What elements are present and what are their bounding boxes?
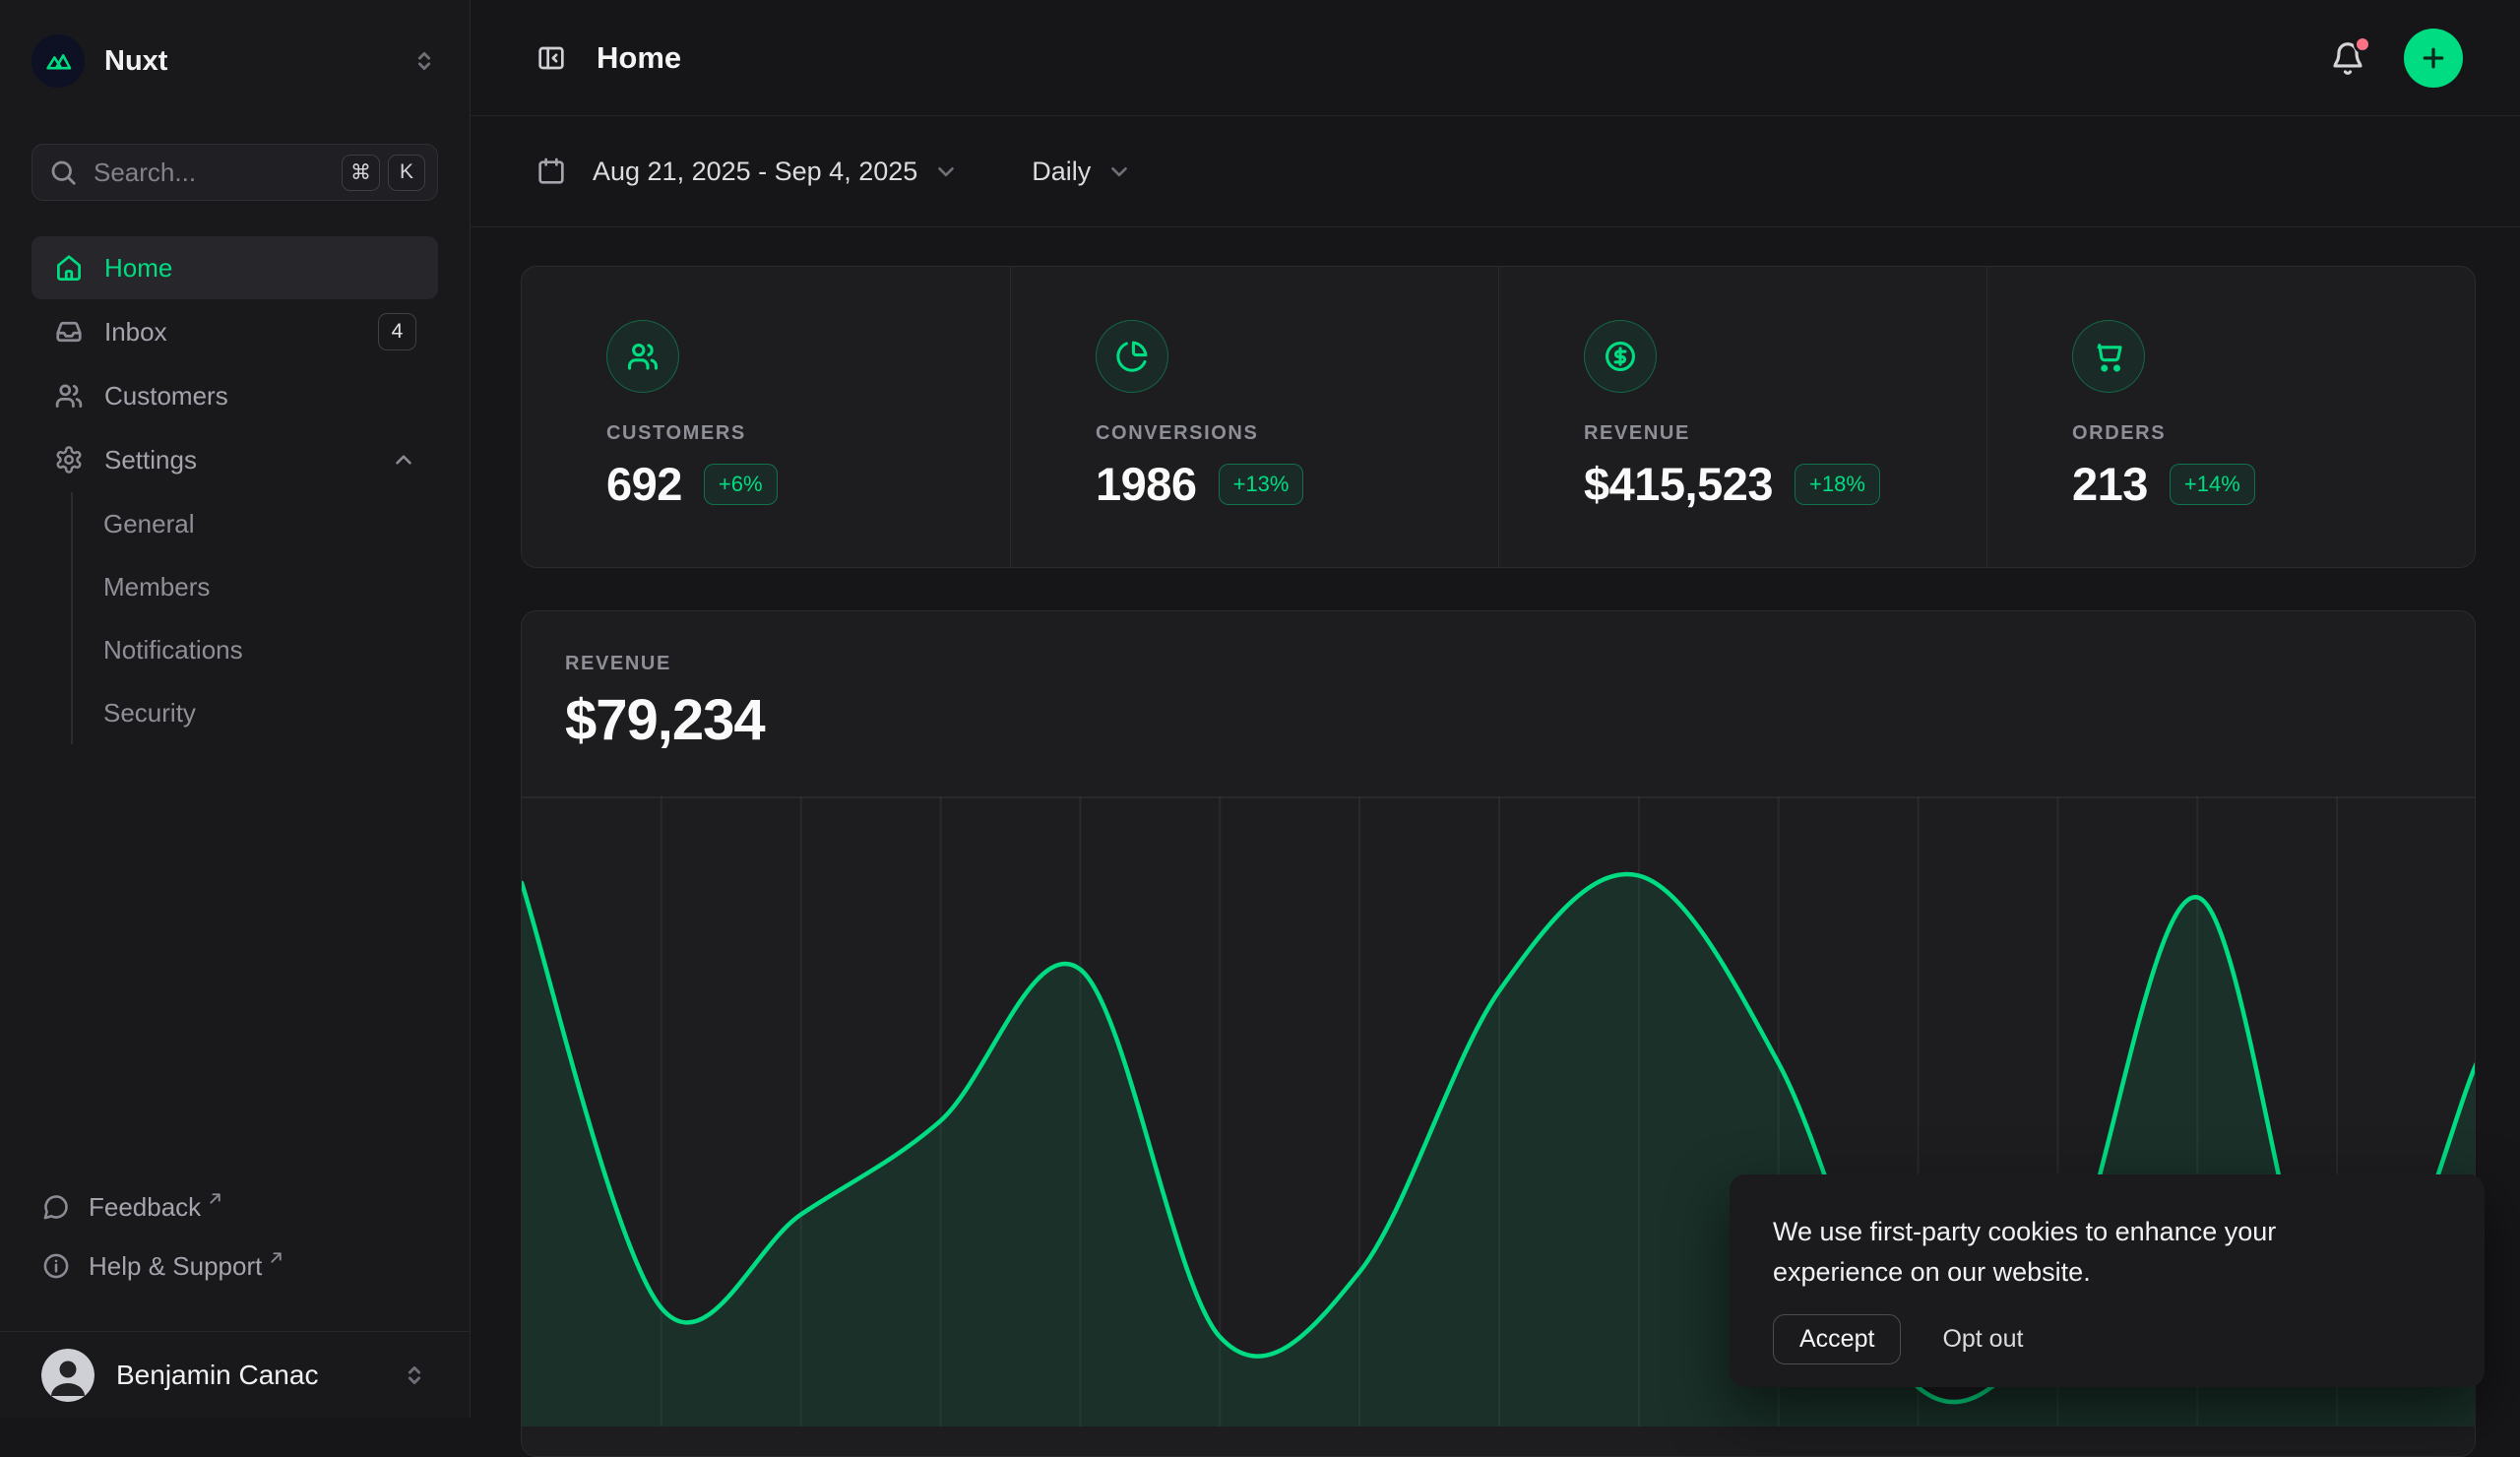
sidebar-divider: [0, 1331, 470, 1332]
stat-label: ORDERS: [2072, 422, 2475, 445]
external-link-icon: [268, 1249, 284, 1266]
sidebar-item-label: Members: [103, 572, 210, 602]
date-range-label: Aug 21, 2025 - Sep 4, 2025: [593, 157, 917, 187]
stat-label: CONVERSIONS: [1096, 422, 1498, 445]
sidebar-item-label: Customers: [104, 381, 228, 412]
dashboard-page: { "brand": { "name": "Nuxt" }, "search":…: [0, 0, 2520, 1418]
kbd-cmd: ⌘: [342, 155, 380, 191]
circle-dollar-icon: [1584, 320, 1657, 393]
sidebar: Nuxt Search... ⌘ K Home: [0, 0, 471, 1418]
chevron-down-icon: [933, 158, 959, 184]
date-range-picker[interactable]: Aug 21, 2025 - Sep 4, 2025: [536, 156, 959, 187]
search-input[interactable]: Search... ⌘ K: [32, 144, 438, 201]
kbd-k: K: [388, 155, 425, 191]
stat-delta-badge: +18%: [1795, 464, 1880, 505]
stat-delta-badge: +6%: [704, 464, 778, 505]
nuxt-logo-icon: [32, 34, 85, 88]
stat-value: 692: [606, 457, 682, 511]
gear-icon: [53, 445, 85, 475]
sidebar-item-label: Inbox: [104, 317, 167, 348]
header-actions: [2329, 29, 2463, 88]
calendar-icon: [536, 156, 567, 187]
stat-label: CUSTOMERS: [606, 422, 1010, 445]
user-menu[interactable]: Benjamin Canac: [32, 1343, 438, 1408]
add-button[interactable]: [2404, 29, 2463, 88]
stat-delta-badge: +13%: [1219, 464, 1304, 505]
home-icon: [53, 253, 85, 283]
search-shortcut: ⌘ K: [342, 155, 425, 191]
stat-orders: ORDERS 213 +14%: [1986, 267, 2475, 567]
chevron-up-down-icon: [410, 47, 438, 75]
sidebar-item-security[interactable]: Security: [73, 681, 438, 744]
settings-subnav: General Members Notifications Security: [71, 492, 438, 744]
filters-toolbar: Aug 21, 2025 - Sep 4, 2025 Daily: [471, 116, 2520, 227]
cookie-actions: Accept Opt out: [1773, 1314, 2441, 1364]
user-name: Benjamin Canac: [116, 1360, 318, 1391]
notifications-button[interactable]: [2329, 39, 2366, 77]
shopping-cart-icon: [2072, 320, 2145, 393]
sidebar-item-members[interactable]: Members: [73, 555, 438, 618]
stat-revenue: REVENUE $415,523 +18%: [1498, 267, 1986, 567]
sidebar-item-label: Settings: [104, 445, 197, 475]
info-circle-icon: [41, 1252, 71, 1280]
sidebar-item-customers[interactable]: Customers: [32, 364, 438, 427]
granularity-label: Daily: [1032, 157, 1091, 187]
search-placeholder: Search...: [94, 158, 196, 188]
sidebar-item-label: Notifications: [103, 635, 243, 665]
sidebar-item-notifications[interactable]: Notifications: [73, 618, 438, 681]
stat-delta-badge: +14%: [2170, 464, 2255, 505]
sidebar-item-home[interactable]: Home: [32, 236, 438, 299]
feedback-link[interactable]: Feedback: [32, 1177, 438, 1236]
unread-dot: [2354, 35, 2371, 53]
sidebar-item-label: Security: [103, 698, 196, 728]
sidebar-item-label: General: [103, 509, 195, 539]
sidebar-item-inbox[interactable]: Inbox 4: [32, 300, 438, 363]
chevron-up-down-icon: [401, 1362, 428, 1389]
stat-conversions: CONVERSIONS 1986 +13%: [1010, 267, 1498, 567]
page-title: Home: [597, 40, 681, 76]
help-support-label: Help & Support: [89, 1251, 262, 1282]
users-icon: [53, 381, 85, 411]
inbox-unread-badge: 4: [378, 313, 416, 350]
stat-value: 213: [2072, 457, 2148, 511]
cookie-message: We use first-party cookies to enhance yo…: [1773, 1212, 2363, 1293]
cookie-banner: We use first-party cookies to enhance yo…: [1730, 1174, 2485, 1387]
revenue-chart-total: $79,234: [565, 687, 2431, 753]
collapse-sidebar-button[interactable]: [536, 42, 567, 74]
inbox-icon: [53, 317, 85, 347]
optout-cookies-button[interactable]: Opt out: [1942, 1325, 2023, 1354]
stat-value: 1986: [1096, 457, 1197, 511]
chart-pie-icon: [1096, 320, 1168, 393]
feedback-label: Feedback: [89, 1192, 201, 1223]
sidebar-item-general[interactable]: General: [73, 492, 438, 555]
stat-label: REVENUE: [1584, 422, 1986, 445]
help-support-link[interactable]: Help & Support: [32, 1236, 438, 1296]
sidebar-nav: Home Inbox 4 Customers: [32, 236, 438, 744]
revenue-chart-label: REVENUE: [565, 653, 2431, 675]
message-bubble-icon: [41, 1193, 71, 1221]
sidebar-item-settings[interactable]: Settings: [32, 428, 438, 491]
sidebar-footer: Feedback Help & Support: [32, 1177, 438, 1296]
stats-card: CUSTOMERS 692 +6% CONVERSIONS 1986 +13%: [521, 266, 2476, 568]
workspace-switcher[interactable]: Nuxt: [32, 30, 438, 93]
granularity-select[interactable]: Daily: [1032, 157, 1132, 187]
chevron-down-icon: [1106, 158, 1132, 184]
external-link-icon: [207, 1190, 223, 1207]
page-header: Home: [471, 0, 2520, 116]
chevron-up-icon: [391, 447, 416, 473]
search-icon: [48, 158, 78, 187]
revenue-chart-header: REVENUE $79,234: [522, 611, 2475, 753]
stat-customers: CUSTOMERS 692 +6%: [522, 267, 1010, 567]
users-icon: [606, 320, 679, 393]
accept-cookies-button[interactable]: Accept: [1773, 1314, 1901, 1364]
sidebar-item-label: Home: [104, 253, 172, 284]
workspace-name: Nuxt: [104, 45, 167, 78]
stat-value: $415,523: [1584, 457, 1773, 511]
avatar: [41, 1349, 94, 1402]
